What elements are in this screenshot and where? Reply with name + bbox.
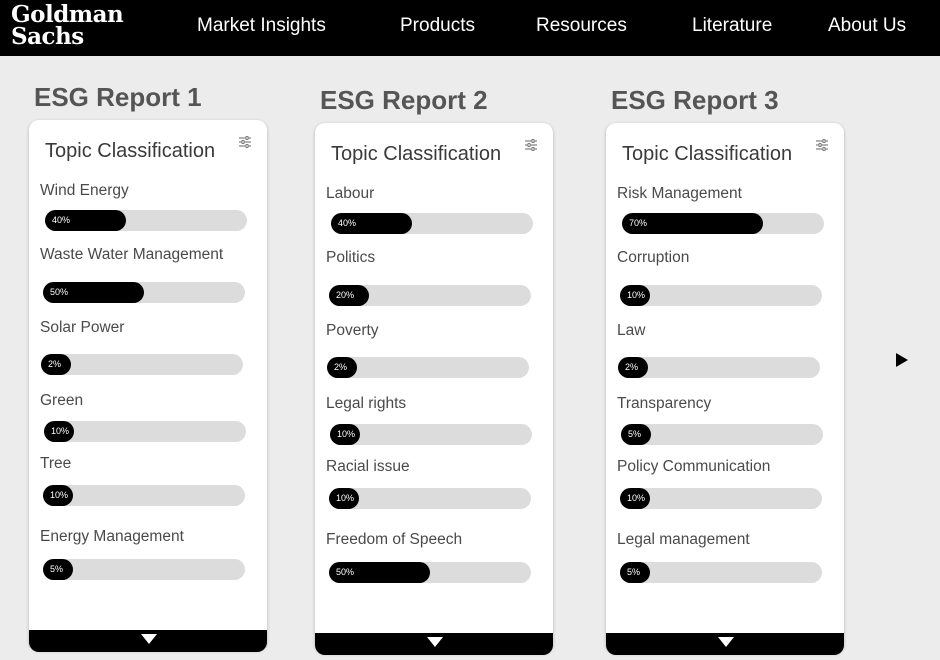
topic-progress-fill: 50%: [43, 282, 144, 303]
topic-percent-label: 10%: [337, 429, 356, 439]
topic-progress-bar: 2%: [327, 357, 529, 378]
nav-literature[interactable]: Literature: [692, 15, 772, 37]
topic-progress-bar: 10%: [43, 485, 245, 506]
topic-label: Freedom of Speech: [326, 531, 463, 548]
topic-label: Waste Water Management: [40, 246, 224, 263]
topic-label: Legal rights: [326, 395, 407, 412]
topic-progress-fill: 10%: [329, 488, 359, 509]
top-navbar: Goldman Sachs Market Insights Products R…: [0, 0, 940, 56]
topic-progress-bar: 70%: [622, 213, 824, 234]
report-3-card: Topic Classification Risk Management 70% Co…: [606, 123, 844, 655]
topic-percent-label: 10%: [51, 426, 70, 436]
topic-progress-fill: 50%: [329, 562, 430, 583]
topic-label: Policy Communication: [617, 458, 771, 475]
report-1-title: ESG Report 1: [34, 82, 202, 112]
topic-label: Tree: [40, 455, 72, 472]
topic-progress-bar: 40%: [331, 213, 533, 234]
topic-label: Politics: [326, 249, 376, 266]
topic-progress-fill: 5%: [620, 562, 650, 583]
topic-progress-bar: 2%: [41, 354, 243, 375]
topic-percent-label: 40%: [52, 215, 71, 225]
goldman-sachs-logo[interactable]: Goldman Sachs: [11, 3, 124, 50]
topic-percent-label: 10%: [627, 493, 646, 503]
topic-percent-label: 10%: [336, 493, 355, 503]
topic-percent-label: 2%: [625, 362, 639, 372]
topic-progress-fill: 40%: [331, 213, 412, 234]
topic-progress-bar: 10%: [620, 285, 822, 306]
topic-progress-bar: 50%: [329, 562, 531, 583]
report-2-card: Topic Classification Labour 40% Politics 20%…: [315, 123, 553, 655]
topic-progress-fill: 70%: [622, 213, 764, 234]
topic-progress-fill: 40%: [45, 210, 126, 231]
topic-label: Labour: [326, 185, 375, 202]
sliders-icon[interactable]: [525, 139, 537, 151]
topic-progress-fill: 10%: [330, 424, 360, 445]
sliders-icon[interactable]: [239, 136, 251, 148]
caret-down-icon: [427, 637, 443, 647]
logo-line-2: Sachs: [11, 23, 84, 50]
topic-progress-bar: 10%: [329, 488, 531, 509]
topic-progress-fill: 5%: [621, 424, 651, 445]
topic-label: Law: [617, 322, 646, 339]
topic-label: Wind Energy: [40, 182, 129, 199]
topic-progress-fill: 10%: [620, 488, 650, 509]
nav-market-insights[interactable]: Market Insights: [197, 15, 326, 37]
topic-label: Green: [40, 392, 84, 409]
topic-percent-label: 50%: [50, 287, 69, 297]
topic-progress-fill: 10%: [44, 421, 74, 442]
topic-progress-fill: 10%: [43, 485, 73, 506]
topic-percent-label: 40%: [338, 218, 357, 228]
topic-percent-label: 10%: [627, 290, 646, 300]
topic-percent-label: 2%: [48, 359, 62, 369]
topic-progress-bar: 5%: [620, 562, 822, 583]
report-3-title: ESG Report 3: [611, 85, 779, 115]
topic-percent-label: 5%: [627, 567, 641, 577]
topic-label: Poverty: [326, 322, 379, 339]
card-title: Topic Classification: [331, 143, 502, 165]
topic-percent-label: 10%: [50, 490, 69, 500]
topic-progress-fill: 2%: [327, 357, 357, 378]
topic-percent-label: 20%: [336, 290, 355, 300]
topic-progress-bar: 20%: [329, 285, 531, 306]
topic-percent-label: 50%: [336, 567, 355, 577]
topic-progress-bar: 40%: [45, 210, 247, 231]
topic-progress-bar: 2%: [618, 357, 820, 378]
card-expand-footer[interactable]: [606, 633, 844, 655]
next-report-arrow-icon[interactable]: [896, 353, 908, 367]
topic-percent-label: 70%: [629, 218, 648, 228]
report-1-card: Topic Classification Wind Energy 40% Waste …: [29, 120, 267, 652]
topic-label: Energy Management: [40, 528, 184, 545]
topic-label: Risk Management: [617, 185, 742, 202]
card-expand-footer[interactable]: [29, 630, 267, 652]
topic-progress-fill: 2%: [41, 354, 71, 375]
card-title: Topic Classification: [622, 143, 793, 165]
report-2-title: ESG Report 2: [320, 85, 488, 115]
topic-label: Corruption: [617, 249, 690, 266]
topic-progress-fill: 5%: [43, 559, 73, 580]
caret-down-icon: [141, 634, 157, 644]
nav-about-us[interactable]: About Us: [828, 15, 906, 37]
topic-label: Racial issue: [326, 458, 410, 475]
sliders-icon[interactable]: [816, 139, 828, 151]
topic-progress-fill: 10%: [620, 285, 650, 306]
caret-down-icon: [718, 637, 734, 647]
topic-label: Transparency: [617, 395, 712, 412]
card-title: Topic Classification: [45, 140, 216, 162]
nav-resources[interactable]: Resources: [536, 15, 627, 37]
topic-progress-bar: 10%: [620, 488, 822, 509]
topic-label: Legal management: [617, 531, 750, 548]
topic-progress-bar: 50%: [43, 282, 245, 303]
topic-progress-bar: 10%: [44, 421, 246, 442]
topic-progress-fill: 2%: [618, 357, 648, 378]
card-expand-footer[interactable]: [315, 633, 553, 655]
topic-percent-label: 2%: [334, 362, 348, 372]
topic-progress-bar: 5%: [621, 424, 823, 445]
topic-progress-bar: 5%: [43, 559, 245, 580]
topic-progress-fill: 20%: [329, 285, 370, 306]
topic-percent-label: 5%: [50, 564, 64, 574]
topic-label: Solar Power: [40, 319, 125, 336]
topic-progress-bar: 10%: [330, 424, 532, 445]
topic-percent-label: 5%: [628, 429, 642, 439]
nav-products[interactable]: Products: [400, 15, 475, 37]
